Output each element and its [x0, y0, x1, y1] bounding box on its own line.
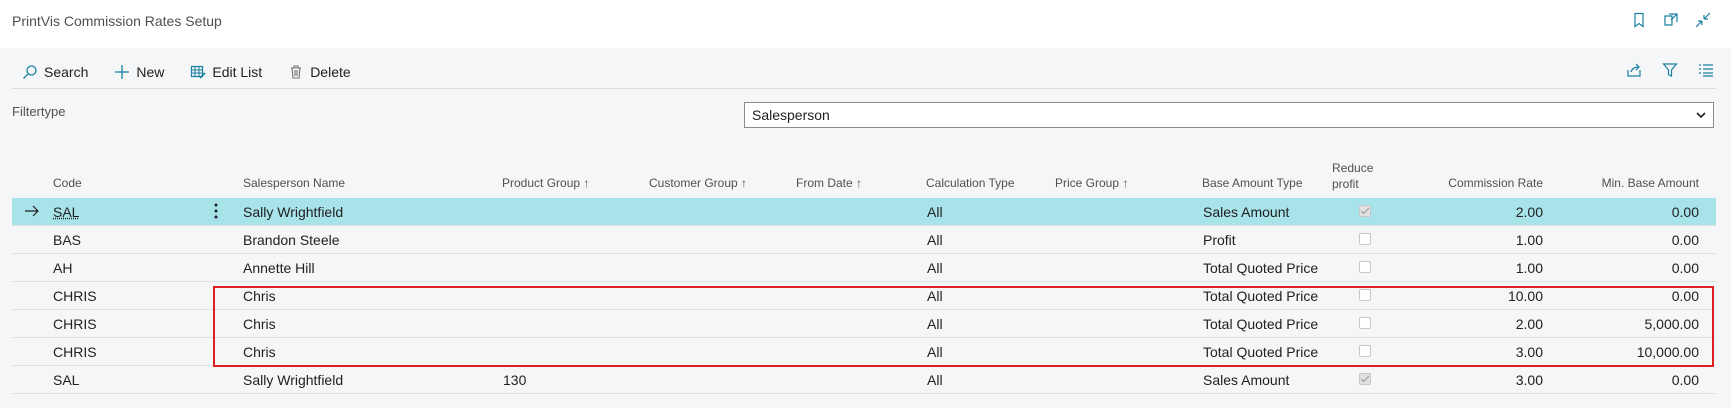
cell-code[interactable]: CHRIS [53, 288, 97, 304]
reduce-profit-line1: Reduce [1332, 161, 1374, 175]
search-icon [23, 65, 37, 79]
filtertype-value: Salesperson [752, 107, 830, 123]
col-header-product-group[interactable]: Product Group ↑ [502, 176, 589, 190]
cell-calculation-type: All [927, 316, 943, 332]
row-actions-icon[interactable] [212, 201, 220, 221]
cell-salesperson-name: Sally Wrightfield [243, 372, 344, 388]
open-new-window-icon[interactable] [1661, 10, 1681, 30]
col-header-min-base-amount[interactable]: Min. Base Amount [1560, 176, 1699, 190]
cell-calculation-type: All [927, 260, 943, 276]
col-header-code[interactable]: Code [53, 176, 82, 190]
action-bar: Search New Edit List Delete [12, 56, 1716, 89]
cell-product-group: 130 [503, 372, 527, 388]
cell-calculation-type: All [927, 372, 943, 388]
cell-code[interactable]: SAL [53, 372, 79, 388]
cell-min-base-amount: 10,000.00 [1636, 344, 1699, 360]
new-label: New [136, 64, 165, 80]
reduce-profit-checkbox[interactable] [1359, 261, 1371, 273]
cell-code[interactable]: CHRIS [53, 344, 97, 360]
plus-icon [115, 65, 130, 79]
cell-base-amount-type: Total Quoted Price [1203, 316, 1319, 332]
col-header-salesperson-name[interactable]: Salesperson Name [243, 176, 345, 190]
table-row[interactable]: SAL Sally Wrightfield 130 All Sales Amount 3.… [12, 366, 1716, 394]
filtertype-select[interactable]: Salesperson [744, 102, 1714, 128]
cell-base-amount-type: Profit [1203, 232, 1236, 248]
cell-commission-rate: 10.00 [1507, 288, 1543, 304]
cell-salesperson-name: Chris [243, 344, 276, 360]
edit-list-label: Edit List [212, 64, 263, 80]
cell-min-base-amount: 0.00 [1671, 372, 1699, 388]
table-row[interactable]: AH Annette Hill All Total Quoted Price 1.00 0… [12, 254, 1716, 282]
col-header-reduce-profit[interactable]: Reduce profit [1332, 160, 1373, 192]
cell-min-base-amount: 0.00 [1671, 232, 1699, 248]
edit-list-button[interactable]: Edit List [190, 64, 262, 80]
right-actions [1624, 60, 1716, 80]
cell-calculation-type: All [927, 204, 943, 220]
cell-code[interactable]: BAS [53, 232, 81, 248]
cell-commission-rate: 2.00 [1515, 204, 1543, 220]
cell-base-amount-type: Sales Amount [1203, 372, 1290, 388]
table-row[interactable]: SAL Sally Wrightfield All Sales Amount 2.00 0… [12, 198, 1716, 226]
col-header-calculation-type[interactable]: Calculation Type [926, 176, 1015, 190]
current-row-arrow-icon [25, 205, 39, 217]
reduce-profit-checkbox[interactable] [1359, 205, 1371, 217]
cell-code[interactable]: AH [53, 260, 72, 276]
edit-list-icon [191, 65, 206, 79]
cell-salesperson-name: Annette Hill [243, 260, 315, 276]
cell-min-base-amount: 0.00 [1671, 204, 1699, 220]
cell-salesperson-name: Brandon Steele [243, 232, 340, 248]
cell-calculation-type: All [927, 288, 943, 304]
col-header-commission-rate[interactable]: Commission Rate [1400, 176, 1543, 190]
table-row[interactable]: BAS Brandon Steele All Profit 1.00 0.00 [12, 226, 1716, 254]
new-button[interactable]: New [114, 64, 164, 80]
cell-commission-rate: 1.00 [1515, 260, 1543, 276]
trash-icon [291, 65, 302, 79]
col-header-customer-group[interactable]: Customer Group ↑ [649, 176, 747, 190]
title-actions [1629, 10, 1713, 30]
col-header-base-amount-type[interactable]: Base Amount Type [1202, 176, 1303, 190]
col-header-from-date[interactable]: From Date ↑ [796, 176, 862, 190]
cell-commission-rate: 3.00 [1515, 372, 1543, 388]
cell-calculation-type: All [927, 344, 943, 360]
cell-salesperson-name: Chris [243, 316, 276, 332]
bookmark-icon[interactable] [1629, 10, 1649, 30]
cell-min-base-amount: 5,000.00 [1644, 316, 1700, 332]
cell-base-amount-type: Total Quoted Price [1203, 260, 1319, 276]
cell-commission-rate: 1.00 [1515, 232, 1543, 248]
delete-label: Delete [310, 64, 351, 80]
col-header-price-group[interactable]: Price Group ↑ [1055, 176, 1128, 190]
cell-salesperson-name: Chris [243, 288, 276, 304]
reduce-profit-line2: profit [1332, 177, 1359, 191]
list-view-icon[interactable] [1696, 60, 1716, 80]
reduce-profit-checkbox[interactable] [1359, 345, 1371, 357]
reduce-profit-checkbox[interactable] [1359, 289, 1371, 301]
cell-code[interactable]: CHRIS [53, 316, 97, 332]
delete-button[interactable]: Delete [288, 64, 351, 80]
cell-base-amount-type: Sales Amount [1203, 204, 1290, 220]
cell-commission-rate: 3.00 [1515, 344, 1543, 360]
cell-base-amount-type: Total Quoted Price [1203, 288, 1319, 304]
reduce-profit-checkbox[interactable] [1359, 317, 1371, 329]
search-button[interactable]: Search [22, 64, 88, 80]
cell-base-amount-type: Total Quoted Price [1203, 344, 1319, 360]
table-row[interactable]: CHRIS Chris All Total Quoted Price 10.00 0.00 [12, 282, 1716, 310]
title-bar: PrintVis Commission Rates Setup [0, 0, 1731, 48]
cell-min-base-amount: 0.00 [1671, 288, 1699, 304]
collapse-icon[interactable] [1693, 10, 1713, 30]
filter-icon[interactable] [1660, 60, 1680, 80]
cell-calculation-type: All [927, 232, 943, 248]
table-row[interactable]: CHRIS Chris All Total Quoted Price 2.00 5,000… [12, 310, 1716, 338]
cell-min-base-amount: 0.00 [1671, 260, 1699, 276]
reduce-profit-checkbox[interactable] [1359, 373, 1371, 385]
cell-salesperson-name: Sally Wrightfield [243, 204, 344, 220]
reduce-profit-checkbox[interactable] [1359, 233, 1371, 245]
share-icon[interactable] [1624, 60, 1644, 80]
filtertype-label: Filtertype [12, 104, 66, 119]
page-title: PrintVis Commission Rates Setup [12, 13, 222, 29]
chevron-down-icon [1696, 112, 1706, 119]
cell-code[interactable]: SAL [53, 204, 79, 220]
search-label: Search [44, 64, 89, 80]
cell-commission-rate: 2.00 [1515, 316, 1543, 332]
table-row[interactable]: CHRIS Chris All Total Quoted Price 3.00 10,00… [12, 338, 1716, 366]
